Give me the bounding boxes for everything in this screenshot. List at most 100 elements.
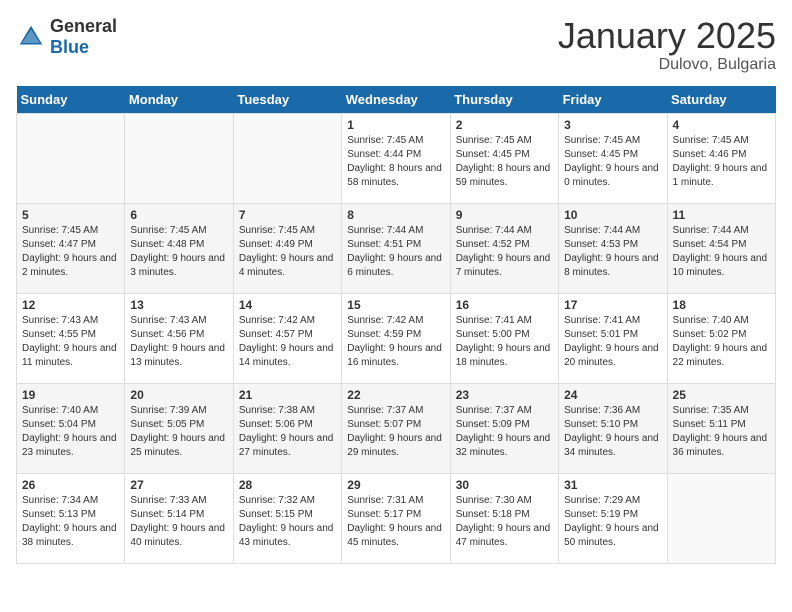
day-info: Sunrise: 7:40 AM Sunset: 5:02 PM Dayligh… bbox=[673, 314, 770, 370]
day-info: Sunrise: 7:35 AM Sunset: 5:11 PM Dayligh… bbox=[673, 404, 770, 460]
day-info: Sunrise: 7:33 AM Sunset: 5:14 PM Dayligh… bbox=[130, 494, 227, 550]
day-info: Sunrise: 7:31 AM Sunset: 5:17 PM Dayligh… bbox=[347, 494, 444, 550]
calendar-cell bbox=[125, 113, 233, 203]
calendar-cell bbox=[233, 113, 341, 203]
day-info: Sunrise: 7:39 AM Sunset: 5:05 PM Dayligh… bbox=[130, 404, 227, 460]
logo-general: General bbox=[50, 16, 117, 36]
day-header-wednesday: Wednesday bbox=[342, 86, 450, 114]
day-header-friday: Friday bbox=[559, 86, 667, 114]
location-title: Dulovo, Bulgaria bbox=[558, 56, 776, 74]
calendar-cell: 23 Sunrise: 7:37 AM Sunset: 5:09 PM Dayli… bbox=[450, 383, 558, 473]
calendar-cell: 22 Sunrise: 7:37 AM Sunset: 5:07 PM Dayli… bbox=[342, 383, 450, 473]
day-number: 21 bbox=[239, 388, 336, 402]
calendar-cell: 10Sunrise: 7:44 AM Sunset: 4:53 PM Dayli… bbox=[559, 203, 667, 293]
calendar-cell: 28 Sunrise: 7:32 AM Sunset: 5:15 PM Dayli… bbox=[233, 473, 341, 563]
day-number: 16 bbox=[456, 298, 553, 312]
day-info: Sunrise: 7:34 AM Sunset: 5:13 PM Dayligh… bbox=[22, 494, 119, 550]
day-number: 1 bbox=[347, 118, 444, 132]
calendar-cell: 21 Sunrise: 7:38 AM Sunset: 5:06 PM Dayli… bbox=[233, 383, 341, 473]
day-number: 11 bbox=[673, 208, 770, 222]
day-header-monday: Monday bbox=[125, 86, 233, 114]
calendar-cell: 8Sunrise: 7:44 AM Sunset: 4:51 PM Daylig… bbox=[342, 203, 450, 293]
day-info: Sunrise: 7:45 AM Sunset: 4:46 PM Dayligh… bbox=[673, 134, 770, 190]
calendar-cell: 9 Sunrise: 7:44 AM Sunset: 4:52 PM Daylig… bbox=[450, 203, 558, 293]
day-info: Sunrise: 7:45 AM Sunset: 4:48 PM Dayligh… bbox=[130, 224, 227, 280]
calendar-cell: 20Sunrise: 7:39 AM Sunset: 5:05 PM Dayli… bbox=[125, 383, 233, 473]
day-info: Sunrise: 7:42 AM Sunset: 4:59 PM Dayligh… bbox=[347, 314, 444, 370]
calendar-week-row: 12 Sunrise: 7:43 AM Sunset: 4:55 PM Dayli… bbox=[17, 293, 776, 383]
calendar-cell: 2Sunrise: 7:45 AM Sunset: 4:45 PM Daylig… bbox=[450, 113, 558, 203]
title-area: January 2025 Dulovo, Bulgaria bbox=[558, 16, 776, 74]
logo-blue: Blue bbox=[50, 37, 89, 57]
day-info: Sunrise: 7:45 AM Sunset: 4:49 PM Dayligh… bbox=[239, 224, 336, 280]
day-info: Sunrise: 7:45 AM Sunset: 4:45 PM Dayligh… bbox=[564, 134, 661, 190]
day-number: 19 bbox=[22, 388, 119, 402]
day-info: Sunrise: 7:32 AM Sunset: 5:15 PM Dayligh… bbox=[239, 494, 336, 550]
calendar-cell: 29Sunrise: 7:31 AM Sunset: 5:17 PM Dayli… bbox=[342, 473, 450, 563]
calendar-cell: 24 Sunrise: 7:36 AM Sunset: 5:10 PM Dayli… bbox=[559, 383, 667, 473]
day-number: 14 bbox=[239, 298, 336, 312]
day-info: Sunrise: 7:37 AM Sunset: 5:07 PM Dayligh… bbox=[347, 404, 444, 460]
calendar-cell: 31Sunrise: 7:29 AM Sunset: 5:19 PM Dayli… bbox=[559, 473, 667, 563]
calendar-cell: 19 Sunrise: 7:40 AM Sunset: 5:04 PM Dayli… bbox=[17, 383, 125, 473]
day-info: Sunrise: 7:37 AM Sunset: 5:09 PM Dayligh… bbox=[456, 404, 553, 460]
calendar-cell: 27Sunrise: 7:33 AM Sunset: 5:14 PM Dayli… bbox=[125, 473, 233, 563]
day-number: 17 bbox=[564, 298, 661, 312]
calendar-week-row: 19 Sunrise: 7:40 AM Sunset: 5:04 PM Dayli… bbox=[17, 383, 776, 473]
day-info: Sunrise: 7:44 AM Sunset: 4:51 PM Dayligh… bbox=[347, 224, 444, 280]
page-header: General Blue January 2025 Dulovo, Bulgar… bbox=[16, 16, 776, 74]
day-number: 4 bbox=[673, 118, 770, 132]
day-number: 10 bbox=[564, 208, 661, 222]
day-number: 9 bbox=[456, 208, 553, 222]
day-number: 7 bbox=[239, 208, 336, 222]
calendar-cell: 12 Sunrise: 7:43 AM Sunset: 4:55 PM Dayli… bbox=[17, 293, 125, 383]
month-title: January 2025 bbox=[558, 16, 776, 56]
day-number: 26 bbox=[22, 478, 119, 492]
day-info: Sunrise: 7:30 AM Sunset: 5:18 PM Dayligh… bbox=[456, 494, 553, 550]
calendar-cell: 11 Sunrise: 7:44 AM Sunset: 4:54 PM Dayli… bbox=[667, 203, 775, 293]
calendar-cell: 4 Sunrise: 7:45 AM Sunset: 4:46 PM Daylig… bbox=[667, 113, 775, 203]
day-info: Sunrise: 7:45 AM Sunset: 4:45 PM Dayligh… bbox=[456, 134, 553, 190]
day-number: 15 bbox=[347, 298, 444, 312]
day-number: 22 bbox=[347, 388, 444, 402]
calendar-cell: 14 Sunrise: 7:42 AM Sunset: 4:57 PM Dayli… bbox=[233, 293, 341, 383]
calendar-week-row: 1 Sunrise: 7:45 AM Sunset: 4:44 PM Daylig… bbox=[17, 113, 776, 203]
calendar-cell bbox=[667, 473, 775, 563]
day-number: 31 bbox=[564, 478, 661, 492]
day-number: 24 bbox=[564, 388, 661, 402]
calendar-cell: 30 Sunrise: 7:30 AM Sunset: 5:18 PM Dayli… bbox=[450, 473, 558, 563]
day-info: Sunrise: 7:36 AM Sunset: 5:10 PM Dayligh… bbox=[564, 404, 661, 460]
day-info: Sunrise: 7:40 AM Sunset: 5:04 PM Dayligh… bbox=[22, 404, 119, 460]
day-header-sunday: Sunday bbox=[17, 86, 125, 114]
day-info: Sunrise: 7:45 AM Sunset: 4:44 PM Dayligh… bbox=[347, 134, 444, 190]
day-number: 3 bbox=[564, 118, 661, 132]
calendar-cell: 16 Sunrise: 7:41 AM Sunset: 5:00 PM Dayli… bbox=[450, 293, 558, 383]
day-info: Sunrise: 7:41 AM Sunset: 5:00 PM Dayligh… bbox=[456, 314, 553, 370]
day-number: 6 bbox=[130, 208, 227, 222]
logo-icon bbox=[16, 22, 46, 52]
calendar-cell: 6 Sunrise: 7:45 AM Sunset: 4:48 PM Daylig… bbox=[125, 203, 233, 293]
calendar-cell: 18Sunrise: 7:40 AM Sunset: 5:02 PM Dayli… bbox=[667, 293, 775, 383]
day-number: 23 bbox=[456, 388, 553, 402]
calendar-cell: 17 Sunrise: 7:41 AM Sunset: 5:01 PM Dayli… bbox=[559, 293, 667, 383]
day-number: 12 bbox=[22, 298, 119, 312]
day-info: Sunrise: 7:45 AM Sunset: 4:47 PM Dayligh… bbox=[22, 224, 119, 280]
day-header-tuesday: Tuesday bbox=[233, 86, 341, 114]
day-header-saturday: Saturday bbox=[667, 86, 775, 114]
calendar-cell: 7 Sunrise: 7:45 AM Sunset: 4:49 PM Daylig… bbox=[233, 203, 341, 293]
calendar-cell: 15 Sunrise: 7:42 AM Sunset: 4:59 PM Dayli… bbox=[342, 293, 450, 383]
day-number: 5 bbox=[22, 208, 119, 222]
calendar-cell: 13Sunrise: 7:43 AM Sunset: 4:56 PM Dayli… bbox=[125, 293, 233, 383]
calendar-cell: 26 Sunrise: 7:34 AM Sunset: 5:13 PM Dayli… bbox=[17, 473, 125, 563]
day-info: Sunrise: 7:44 AM Sunset: 4:54 PM Dayligh… bbox=[673, 224, 770, 280]
day-header-thursday: Thursday bbox=[450, 86, 558, 114]
day-info: Sunrise: 7:43 AM Sunset: 4:55 PM Dayligh… bbox=[22, 314, 119, 370]
day-info: Sunrise: 7:44 AM Sunset: 4:52 PM Dayligh… bbox=[456, 224, 553, 280]
day-number: 28 bbox=[239, 478, 336, 492]
day-info: Sunrise: 7:41 AM Sunset: 5:01 PM Dayligh… bbox=[564, 314, 661, 370]
day-number: 30 bbox=[456, 478, 553, 492]
day-info: Sunrise: 7:42 AM Sunset: 4:57 PM Dayligh… bbox=[239, 314, 336, 370]
day-info: Sunrise: 7:38 AM Sunset: 5:06 PM Dayligh… bbox=[239, 404, 336, 460]
calendar-week-row: 5 Sunrise: 7:45 AM Sunset: 4:47 PM Daylig… bbox=[17, 203, 776, 293]
day-number: 25 bbox=[673, 388, 770, 402]
